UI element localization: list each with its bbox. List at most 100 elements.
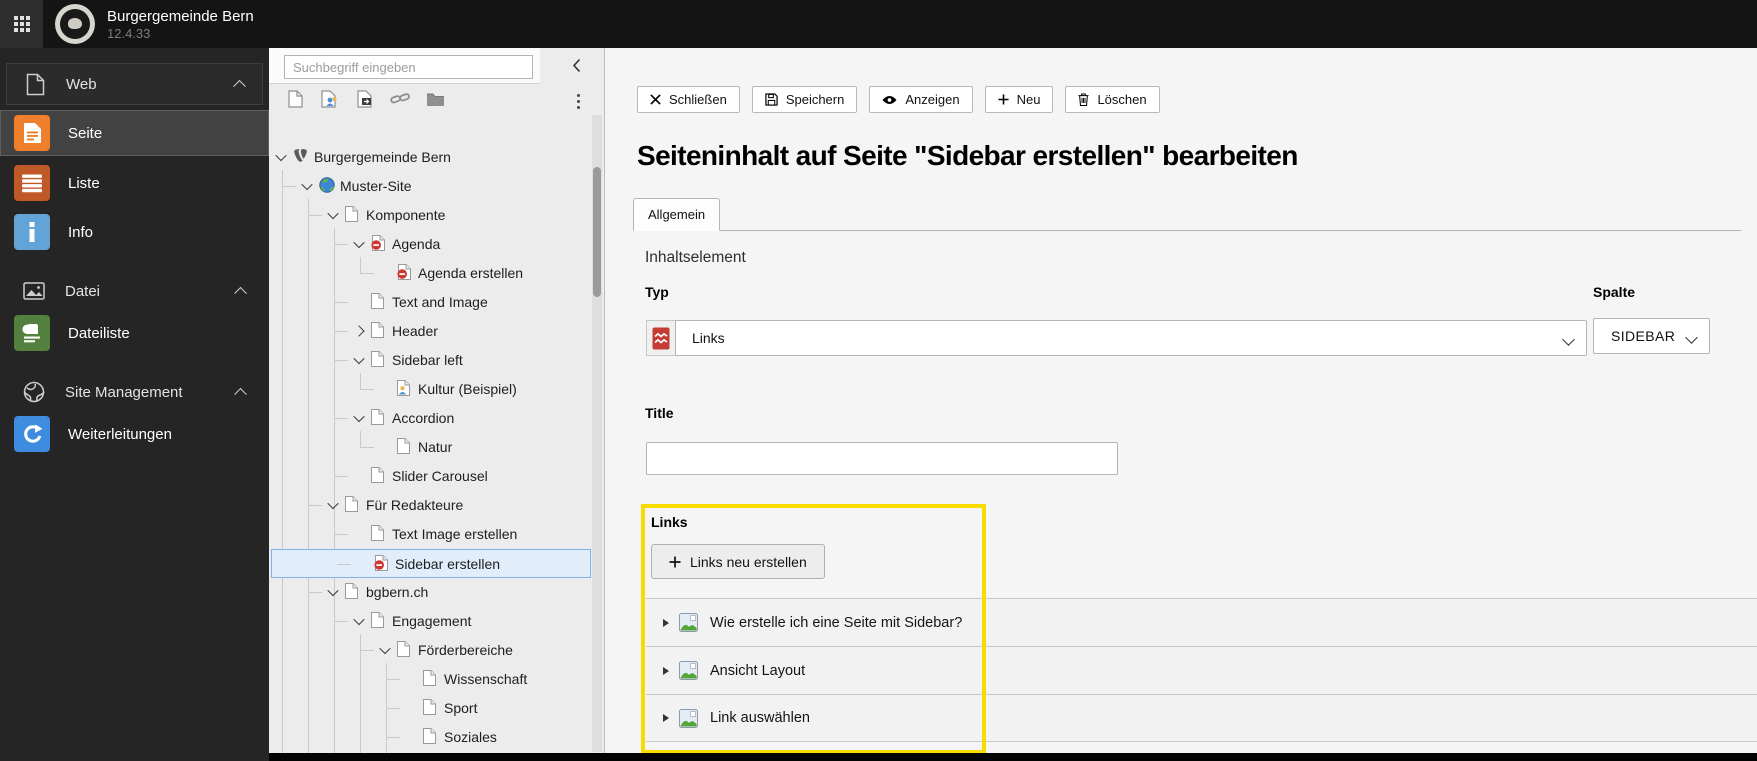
link-item-wie-erstelle-ich-eine-seite-mit-sidebar[interactable]: Wie erstelle ich eine Seite mit Sidebar? — [646, 598, 1757, 646]
tree-node-text-image-erstellen[interactable]: Text Image erstellen — [269, 520, 591, 549]
tree-node-label: Sidebar left — [392, 352, 463, 368]
sidebar-group-web[interactable]: Web — [6, 63, 263, 105]
sidebar-group-label: Site Management — [65, 383, 183, 401]
section-heading: Inhaltselement — [645, 249, 746, 266]
tree-chevron-down-icon[interactable] — [353, 410, 365, 423]
tree-node-agenda[interactable]: Agenda — [269, 230, 591, 259]
tree-search-input[interactable] — [284, 55, 533, 79]
page-restricted-icon — [371, 235, 385, 254]
new-mountpoint-page-icon[interactable] — [353, 88, 377, 110]
tree-node-label: Engagement — [392, 613, 472, 629]
tree-chevron-right-icon[interactable] — [353, 325, 365, 337]
pagetree-panel: Burgergemeinde Bern Muster-Site Komponente… — [269, 48, 605, 761]
tree-node-f-rderbereiche[interactable]: Förderbereiche — [269, 636, 591, 665]
schlie-en-button[interactable]: Schließen — [637, 86, 740, 113]
list-module-icon — [14, 165, 50, 201]
page-icon — [371, 409, 384, 428]
link-item-link-ausw-hlen[interactable]: Link auswählen — [646, 694, 1757, 742]
tree-node-slider-carousel[interactable]: Slider Carousel — [269, 462, 591, 491]
page-icon — [371, 293, 384, 312]
caret-right-icon[interactable] — [663, 666, 669, 675]
anzeigen-button[interactable]: Anzeigen — [869, 86, 973, 113]
site-title: Burgergemeinde Bern — [107, 8, 254, 25]
tree-guide-stub — [360, 650, 374, 651]
tree-guide-stub — [334, 302, 348, 303]
sidebar-item-liste[interactable]: Liste — [0, 161, 269, 205]
l-schen-button[interactable]: Löschen — [1065, 86, 1160, 113]
button-label: Schließen — [669, 92, 727, 107]
tree-chevron-down-icon[interactable] — [327, 497, 339, 510]
tree-node-soziales[interactable]: Soziales — [269, 723, 591, 752]
sidebar-item-weiterleitungen[interactable]: Weiterleitungen — [0, 412, 269, 456]
chevron-up-icon — [234, 387, 247, 401]
tree-guide-stub — [334, 331, 348, 332]
tree-node-wissenschaft[interactable]: Wissenschaft — [269, 665, 591, 694]
burgergemeinde-seal-logo[interactable] — [55, 4, 95, 44]
neu-button[interactable]: Neu — [984, 86, 1054, 113]
tree-chevron-down-icon[interactable] — [353, 613, 365, 626]
filelist-module-icon — [14, 315, 50, 351]
tree-node-sport[interactable]: Sport — [269, 694, 591, 723]
sidebar-item-label: Info — [68, 223, 94, 241]
tree-node-label: Kultur (Beispiel) — [418, 381, 517, 397]
sidebar-item-seite[interactable]: Seite — [0, 110, 269, 156]
tree-node-agenda-erstellen[interactable]: Agenda erstellen — [269, 259, 591, 288]
link-item-ansicht-layout[interactable]: Ansicht Layout — [646, 646, 1757, 694]
trash-icon — [1078, 93, 1089, 106]
sidebar-item-info[interactable]: Info — [0, 210, 269, 254]
tree-node-sidebar-left[interactable]: Sidebar left — [269, 346, 591, 375]
tree-chevron-down-icon[interactable] — [327, 584, 339, 597]
chevron-down-icon — [1685, 331, 1698, 344]
tree-node-natur[interactable]: Natur — [269, 433, 591, 462]
tree-node-muster-site[interactable]: Muster-Site — [269, 172, 591, 201]
tree-node-header[interactable]: Header — [269, 317, 591, 346]
tree-guide-stub — [308, 505, 322, 506]
tree-chevron-down-icon[interactable] — [301, 178, 313, 191]
tree-chevron-down-icon[interactable] — [353, 236, 365, 249]
tree-chevron-down-icon[interactable] — [379, 642, 391, 655]
sidebar-group-site-management[interactable]: Site Management — [6, 377, 263, 407]
caret-right-icon[interactable] — [663, 714, 669, 722]
tree-chevron-down-icon[interactable] — [327, 207, 339, 220]
tree-node-label: Förderbereiche — [418, 642, 513, 658]
page-title: Seiteninhalt auf Seite "Sidebar erstelle… — [637, 140, 1298, 171]
tree-node-label: Natur — [418, 439, 453, 455]
typ-label: Typ — [645, 284, 669, 300]
spalte-select[interactable]: SIDEBAR — [1593, 318, 1710, 354]
new-folder-icon[interactable] — [423, 88, 447, 110]
tree-node-komponente[interactable]: Komponente — [269, 201, 591, 230]
new-shortcut-page-icon[interactable] — [318, 88, 342, 110]
new-link-icon[interactable] — [388, 88, 412, 110]
tree-node-f-r-redakteure[interactable]: Für Redakteure — [269, 491, 591, 520]
tree-guide-stub — [386, 708, 400, 709]
kebab-menu-icon[interactable] — [569, 88, 587, 114]
tree-node-accordion[interactable]: Accordion — [269, 404, 591, 433]
tree-chevron-down-icon[interactable] — [275, 149, 287, 162]
tree-guide-stub — [334, 360, 348, 361]
tree-chevron-down-icon[interactable] — [353, 352, 365, 365]
info-module-icon — [14, 214, 50, 250]
caret-right-icon[interactable] — [663, 618, 669, 627]
create-links-button[interactable]: Links neu erstellen — [651, 544, 825, 579]
tree-node-kultur-beispiel[interactable]: Kultur (Beispiel) — [269, 375, 591, 404]
sidebar-group-datei[interactable]: Datei — [6, 276, 263, 306]
collapse-pagetree-button[interactable] — [565, 56, 587, 78]
chevron-down-icon — [1562, 333, 1575, 346]
modules-menu-button[interactable] — [0, 0, 43, 48]
tree-node-text-and-image[interactable]: Text and Image — [269, 288, 591, 317]
tab-allgemein[interactable]: Allgemein — [633, 198, 721, 231]
tree-scrollbar-thumb[interactable] — [593, 167, 601, 297]
typ-select[interactable]: Links — [675, 320, 1587, 356]
tree-node-engagement[interactable]: Engagement — [269, 607, 591, 636]
tree-node-sidebar-erstellen[interactable]: Sidebar erstellen — [271, 549, 591, 578]
tree-node-bgbern-ch[interactable]: bgbern.ch — [269, 578, 591, 607]
tree-node-burgergemeinde-bern[interactable]: Burgergemeinde Bern — [269, 143, 591, 172]
tree-node-label: Text Image erstellen — [392, 526, 518, 542]
new-page-icon[interactable] — [283, 88, 307, 110]
speichern-button[interactable]: Speichern — [751, 86, 858, 113]
tree-node-label: Accordion — [392, 410, 455, 426]
docheader-buttons: Schließen Speichern Anzeigen Neu Löschen — [637, 86, 1160, 113]
sidebar-item-dateiliste[interactable]: Dateiliste — [0, 311, 269, 355]
title-input[interactable] — [646, 442, 1118, 475]
page-module-icon — [14, 115, 50, 151]
